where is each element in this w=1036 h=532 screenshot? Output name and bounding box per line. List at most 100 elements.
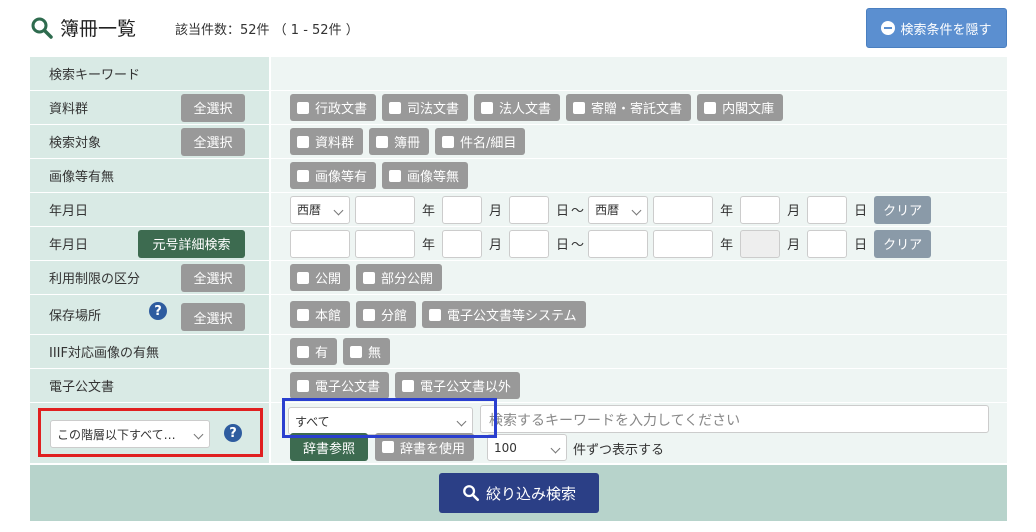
- month-from-input[interactable]: [442, 195, 483, 224]
- checkbox-box[interactable]: [382, 441, 394, 453]
- checkbox-iiif-yes[interactable]: 有: [290, 338, 338, 365]
- checkbox-label: 画像等無: [407, 170, 460, 185]
- year-to-input[interactable]: [653, 229, 714, 258]
- checkbox-box[interactable]: [297, 379, 309, 392]
- clear-date-button[interactable]: クリア: [874, 195, 932, 224]
- checkbox-box[interactable]: [350, 345, 363, 358]
- checkbox-electronic[interactable]: 電子公文書: [290, 372, 390, 399]
- restriction-label: 利用制限の区分: [49, 272, 141, 287]
- checkbox-box[interactable]: [297, 169, 309, 182]
- day-to-input[interactable]: [807, 195, 848, 224]
- era-to-value: 西暦: [595, 203, 620, 217]
- checkbox-box[interactable]: [442, 135, 455, 148]
- checkbox-bosatsu[interactable]: 簿冊: [369, 128, 430, 155]
- row-value: 公開 部分公開: [271, 261, 1007, 294]
- checkbox-box[interactable]: [389, 101, 402, 114]
- month-unit: 月: [489, 204, 503, 219]
- blue-highlight-box: [282, 398, 497, 438]
- date-label: 年月日: [49, 204, 89, 219]
- checkbox-iiif-no[interactable]: 無: [343, 338, 391, 365]
- checkbox-e-system[interactable]: 電子公文書等システム: [422, 301, 586, 328]
- month-to-input[interactable]: [740, 229, 781, 258]
- checkbox-kenmei[interactable]: 件名/細目: [435, 128, 526, 155]
- era-from-select[interactable]: 西暦: [290, 195, 350, 224]
- row-restriction: 利用制限の区分 全選択 公開 部分公開: [30, 261, 1007, 295]
- row-label: 検索対象 全選択: [30, 125, 269, 158]
- checkbox-image-yes[interactable]: 画像等有: [290, 162, 377, 189]
- year-to-input[interactable]: [653, 195, 714, 224]
- row-label: 電子公文書: [30, 369, 269, 402]
- checkbox-gyosei[interactable]: 行政文書: [290, 94, 377, 121]
- month-from-input[interactable]: [442, 229, 483, 258]
- year-from-input[interactable]: [355, 229, 415, 258]
- checkbox-box[interactable]: [297, 308, 309, 321]
- filter-search-button[interactable]: 絞り込み検索: [439, 473, 599, 513]
- checkbox-box[interactable]: [429, 308, 442, 321]
- row-label: 利用制限の区分 全選択: [30, 261, 269, 294]
- era-to-input[interactable]: [588, 229, 649, 258]
- image-label: 画像等有無: [49, 170, 115, 185]
- checkbox-shiryogun[interactable]: 資料群: [290, 128, 364, 155]
- target-label: 検索対象: [49, 136, 102, 151]
- checkbox-box[interactable]: [573, 101, 586, 114]
- checkbox-box[interactable]: [704, 101, 717, 114]
- hide-conditions-button[interactable]: 検索条件を隠す: [866, 8, 1007, 48]
- checkbox-box[interactable]: [297, 345, 309, 358]
- help-icon[interactable]: ?: [149, 302, 167, 320]
- year-unit: 年: [422, 238, 436, 253]
- checkbox-box[interactable]: [363, 308, 376, 321]
- checkbox-label: 電子公文書等システム: [447, 309, 577, 324]
- per-page-value: 100: [494, 440, 517, 455]
- year-from-input[interactable]: [355, 195, 415, 224]
- checkbox-box[interactable]: [297, 101, 309, 114]
- checkbox-hojin[interactable]: 法人文書: [474, 94, 561, 121]
- checkbox-box[interactable]: [297, 135, 309, 148]
- era-from-input[interactable]: [290, 229, 350, 258]
- checkbox-public[interactable]: 公開: [290, 264, 351, 291]
- per-page-select[interactable]: 100: [487, 434, 567, 461]
- day-unit: 日: [854, 238, 868, 253]
- result-count: 該当件数：52件 （ 1 - 52件 ）: [175, 23, 359, 38]
- checkbox-image-no[interactable]: 画像等無: [382, 162, 469, 189]
- checkbox-naikaku[interactable]: 内閣文庫: [697, 94, 784, 121]
- checkbox-kizo[interactable]: 寄贈・寄託文書: [566, 94, 692, 121]
- clear-date-button[interactable]: クリア: [874, 229, 932, 258]
- keyword-input[interactable]: 検索するキーワードを入力してください: [480, 405, 989, 433]
- form-footer: 絞り込み検索: [30, 465, 1007, 521]
- checkbox-box[interactable]: [389, 169, 402, 182]
- gengo-search-button[interactable]: 元号詳細検索: [138, 229, 245, 258]
- checkbox-non-electronic[interactable]: 電子公文書以外: [395, 372, 521, 399]
- filter-search-label: 絞り込み検索: [485, 484, 576, 503]
- checkbox-shiho[interactable]: 司法文書: [382, 94, 469, 121]
- restriction-select-all-button[interactable]: 全選択: [181, 263, 245, 292]
- title-wrap: 簿冊一覧: [30, 14, 136, 41]
- search-form: 検索キーワード 資料群 全選択 行政文書 司法文書 法人文書 寄贈・寄託文書 内…: [30, 57, 1007, 521]
- checkbox-box[interactable]: [481, 101, 494, 114]
- checkbox-box[interactable]: [297, 271, 309, 284]
- day-from-input[interactable]: [509, 195, 550, 224]
- month-to-input[interactable]: [740, 195, 781, 224]
- checkbox-box[interactable]: [402, 379, 415, 392]
- era-to-select[interactable]: 西暦: [588, 195, 649, 224]
- row-keyword: 検索キーワード: [30, 57, 1007, 91]
- checkbox-honkan[interactable]: 本館: [290, 301, 351, 328]
- checkbox-label: 資料群: [315, 136, 355, 151]
- checkbox-label: 法人文書: [499, 102, 552, 117]
- day-from-input[interactable]: [509, 229, 550, 258]
- row-label: 年月日 元号詳細検索: [30, 227, 269, 260]
- checkbox-partial-public[interactable]: 部分公開: [356, 264, 443, 291]
- iiif-label: IIIF対応画像の有無: [49, 346, 159, 361]
- row-value: 本館 分館 電子公文書等システム: [271, 295, 1007, 334]
- checkbox-label: 行政文書: [315, 102, 368, 117]
- group-select-all-button[interactable]: 全選択: [181, 93, 245, 122]
- minus-circle-icon: [881, 21, 896, 35]
- location-select-all-button[interactable]: 全選択: [181, 303, 245, 331]
- target-select-all-button[interactable]: 全選択: [181, 127, 245, 156]
- checkbox-box[interactable]: [363, 271, 376, 284]
- month-unit: 月: [489, 238, 503, 253]
- day-to-input[interactable]: [807, 229, 848, 258]
- checkbox-bunkan[interactable]: 分館: [356, 301, 417, 328]
- checkbox-box[interactable]: [376, 135, 389, 148]
- row-label: 資料群 全選択: [30, 91, 269, 124]
- day-unit: 日: [556, 238, 570, 253]
